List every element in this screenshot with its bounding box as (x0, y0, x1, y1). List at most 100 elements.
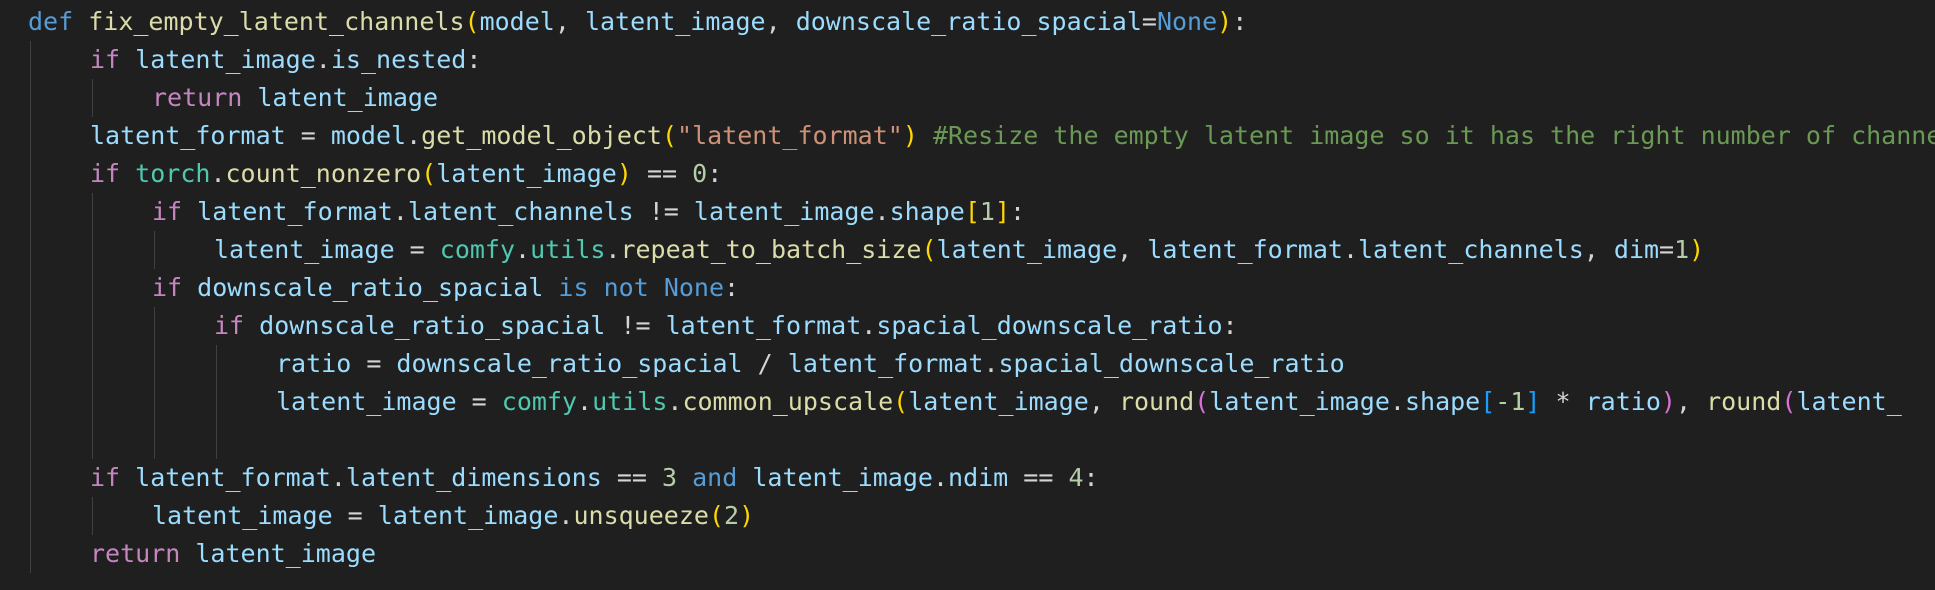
code-token: dim (1613, 235, 1660, 264)
indent-guide (92, 231, 93, 269)
code-token: . (406, 121, 422, 150)
indent-guide (92, 383, 93, 421)
code-token: latent_image (195, 539, 376, 568)
code-line[interactable]: return latent_image (28, 79, 1935, 117)
code-token: return (90, 539, 181, 568)
code-line[interactable]: if latent_image.is_nested: (28, 41, 1935, 79)
code-token: ( (661, 121, 678, 150)
indent-guide (30, 269, 31, 307)
indent-guide (30, 231, 31, 269)
code-token: comfy (439, 235, 516, 264)
code-line[interactable]: return latent_image (28, 535, 1935, 573)
code-line[interactable]: if latent_format.latent_channels != late… (28, 193, 1935, 231)
code-line[interactable]: latent_image = latent_image.unsqueeze(2) (28, 497, 1935, 535)
code-token: == (1008, 463, 1069, 492)
code-token: downscale_ratio_spacial (259, 311, 606, 340)
code-line[interactable]: if latent_format.latent_dimensions == 3 … (28, 459, 1935, 497)
code-token: . (874, 197, 890, 226)
indent-guide (154, 383, 155, 421)
code-line-content: if downscale_ratio_spacial is not None: (152, 269, 739, 307)
code-token: None (1156, 7, 1218, 36)
code-token: utils (530, 235, 606, 264)
code-token: latent_format (1147, 235, 1343, 264)
code-token: latent_image (257, 83, 438, 112)
code-line[interactable]: if torch.count_nonzero(latent_image) == … (28, 155, 1935, 193)
indent-guide (30, 155, 31, 193)
code-token: latent_channels (1358, 235, 1584, 264)
code-token: shape (1404, 387, 1481, 416)
code-token: 1 (1674, 235, 1690, 264)
code-token: == (601, 463, 662, 492)
code-token: ) (616, 159, 632, 188)
code-line[interactable]: latent_format = model.get_model_object("… (28, 117, 1935, 155)
code-line[interactable]: ratio = downscale_ratio_spacial / latent… (28, 345, 1935, 383)
code-token: , (1117, 235, 1148, 264)
indent-guide (30, 79, 31, 117)
code-token: , (765, 7, 796, 36)
code-token: latent_format (135, 463, 331, 492)
indent-guide (30, 307, 31, 345)
code-line-content: latent_image = comfy.utils.repeat_to_bat… (214, 231, 1704, 269)
indent-guide (92, 421, 93, 459)
code-token: if (214, 311, 245, 340)
code-token: ) (1217, 7, 1233, 36)
indent-guide (92, 497, 93, 535)
code-line[interactable]: latent_image = comfy.utils.common_upscal… (28, 383, 1935, 421)
indent-guide (154, 307, 155, 345)
code-token: spacial_downscale_ratio (998, 349, 1345, 378)
code-token: and (692, 463, 738, 492)
code-token: . (1389, 387, 1405, 416)
code-line[interactable]: if downscale_ratio_spacial != latent_for… (28, 307, 1935, 345)
code-token: != (633, 197, 694, 226)
code-token: = (1659, 235, 1675, 264)
code-token: == (631, 159, 693, 188)
code-token: = (332, 501, 378, 530)
code-token: . (983, 349, 999, 378)
code-token: . (605, 235, 621, 264)
code-token: / (742, 349, 788, 378)
code-line[interactable] (28, 421, 1935, 459)
code-token: ratio (1585, 387, 1661, 416)
code-token: latent_format (197, 197, 393, 226)
code-token: latent_image (936, 235, 1118, 264)
code-token: is (558, 273, 589, 302)
code-line[interactable]: if downscale_ratio_spacial is not None: (28, 269, 1935, 307)
code-token: latent_format (787, 349, 984, 378)
code-token: ( (921, 235, 937, 264)
code-line[interactable]: latent_image = comfy.utils.repeat_to_bat… (28, 231, 1935, 269)
code-token: : (707, 159, 723, 188)
code-token: 2 (724, 501, 740, 530)
code-token: #Resize the empty latent image so it has… (932, 121, 1935, 150)
code-token: ( (1194, 387, 1210, 416)
indent-guide (154, 421, 155, 459)
code-line-content: def fix_empty_latent_channels(model, lat… (28, 3, 1247, 41)
code-token: = (394, 235, 440, 264)
code-editor[interactable]: def fix_empty_latent_channels(model, lat… (0, 0, 1935, 590)
code-token: [ (964, 197, 980, 226)
indent-guide (30, 459, 31, 497)
code-token: latent_image (584, 7, 766, 36)
code-token: not (603, 273, 649, 302)
code-token: def (28, 7, 74, 36)
code-token: "latent_format" (677, 121, 903, 150)
code-token: utils (592, 387, 668, 416)
code-line-content: latent_format = model.get_model_object("… (90, 117, 1935, 155)
code-token: if (152, 273, 183, 302)
indent-guide (216, 421, 217, 459)
code-area[interactable]: def fix_empty_latent_channels(model, lat… (28, 3, 1935, 573)
code-token: if (90, 463, 121, 492)
code-token: repeat_to_batch_size (620, 235, 922, 264)
code-line[interactable]: def fix_empty_latent_channels(model, lat… (28, 3, 1935, 41)
indent-guide (30, 41, 31, 79)
code-token: spacial_downscale_ratio (876, 311, 1223, 340)
indent-guide (30, 421, 31, 459)
code-token: != (605, 311, 666, 340)
code-token: downscale_ratio_spacial (197, 273, 544, 302)
code-token: latent_image (152, 501, 333, 530)
code-token: ( (421, 159, 437, 188)
